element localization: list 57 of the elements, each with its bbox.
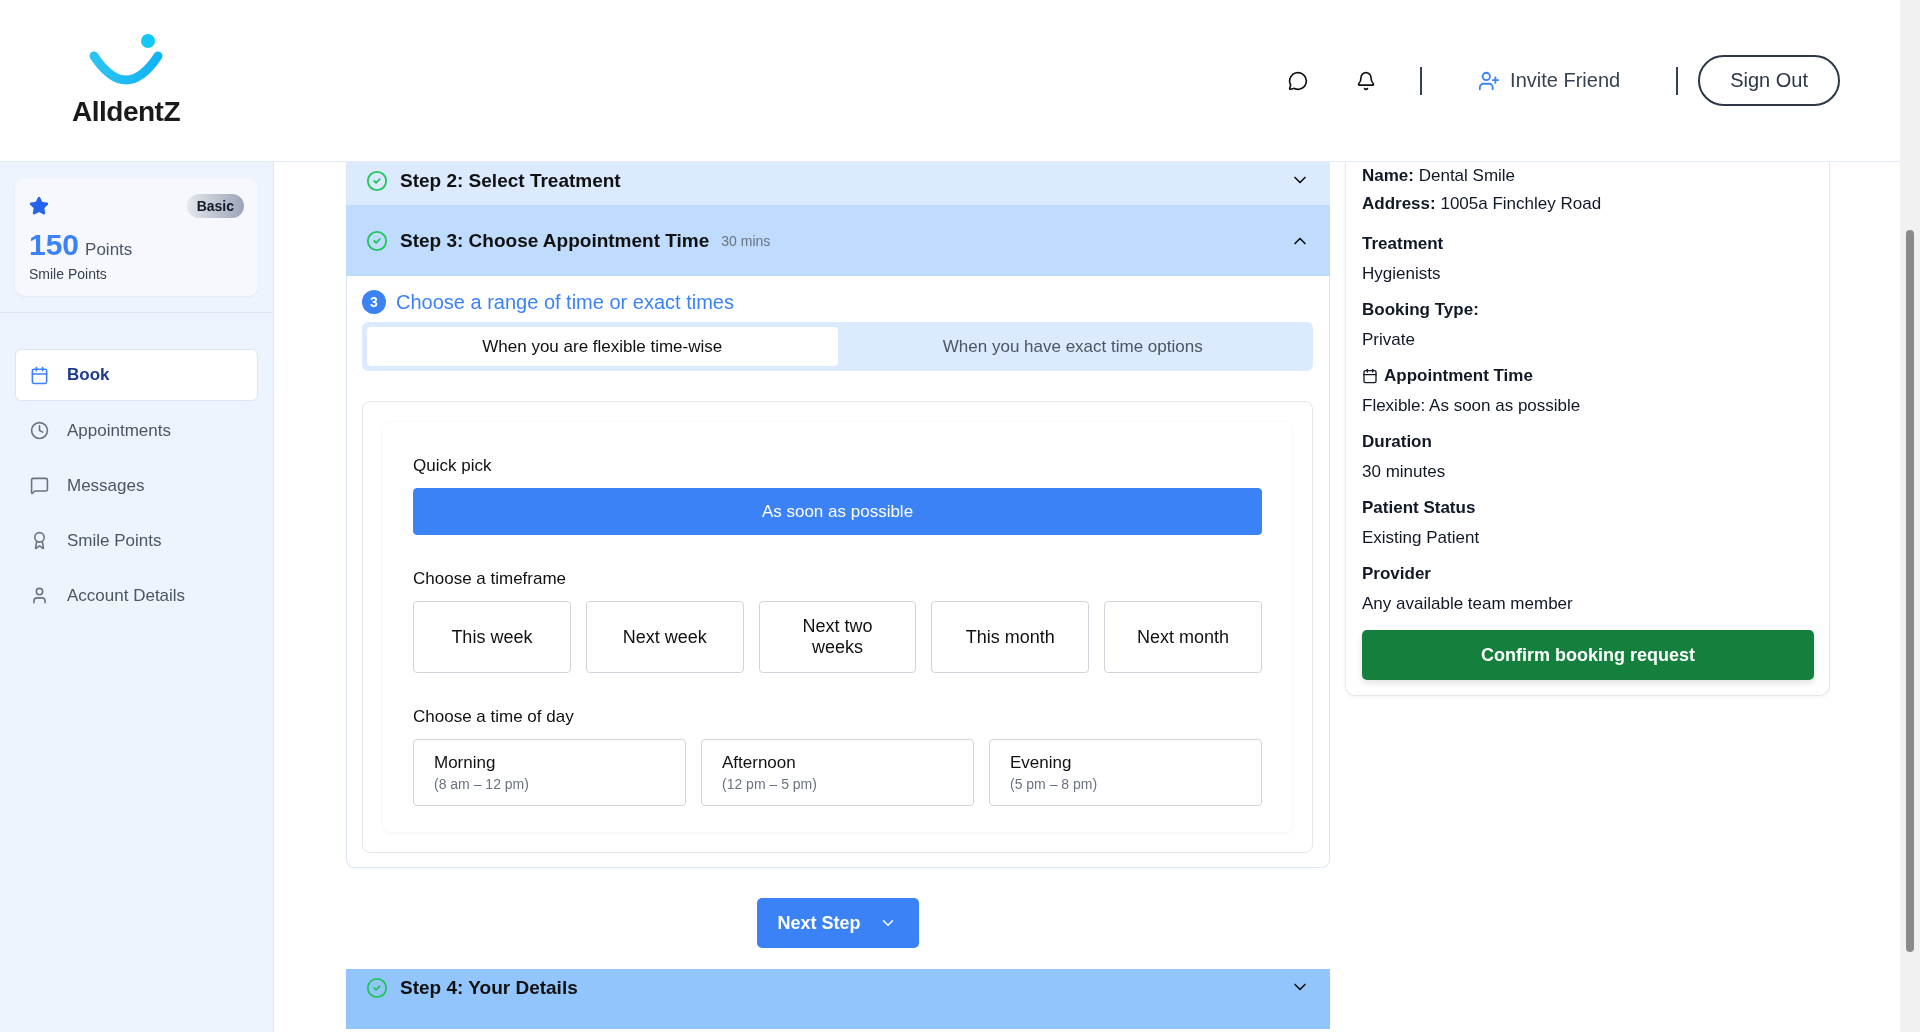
summary-label: Appointment Time [1384,366,1533,386]
tab[interactable]: When you are flexible time-wise [367,327,838,366]
section-label: Choose a time of day [413,707,575,727]
calendar-icon [30,365,49,385]
summary-label: Patient Status [1362,498,1476,518]
invite-friend-button[interactable]: Invite Friend [1442,63,1657,98]
section-label: Choose a timeframe [413,569,568,589]
step-header[interactable]: Step 2: Select Treatment [346,162,1330,205]
time-of-day-button[interactable]: Morning (8 am – 12 pm) [413,739,686,806]
tier-badge: Basic [186,194,244,218]
sign-out-button[interactable]: Sign Out [1698,55,1840,106]
summary-value: 30 minutes [1362,462,1447,482]
tab[interactable]: When you have exact time options [837,327,1308,366]
step-header[interactable]: Step 3: Choose Appointment Time 30 mins [346,205,1330,276]
sidebar-item[interactable]: Account Details [15,570,258,621]
summary-value: Any available team member [1362,594,1574,614]
timeframe-button[interactable]: This month [931,601,1090,673]
points-caption: Smile Points [29,266,108,282]
section-label: Quick pick [413,456,493,476]
summary-label: Provider [1362,564,1431,584]
calendar-icon [1362,368,1378,384]
summary-label: Duration [1362,432,1432,452]
brand-name: AlldentZ [72,95,180,128]
chat-icon [30,476,49,495]
clock-icon [30,421,49,440]
sidebar-item[interactable]: Appointments [15,405,258,456]
user-plus-icon [1478,69,1501,92]
sidebar-item[interactable]: Smile Points [15,515,258,566]
confirm-booking-button[interactable]: Confirm booking request [1362,630,1814,680]
time-of-day-button[interactable]: Afternoon (12 pm – 5 pm) [701,739,974,806]
sidebar-item[interactable]: Book [15,349,258,401]
summary-value: Flexible: As soon as possible [1362,396,1582,416]
time-of-day-button[interactable]: Evening (5 pm – 8 pm) [989,739,1262,806]
summary-line: Name: Dental Smile [1362,165,1517,187]
summary-value: Hygienists [1362,264,1442,284]
points-value: 150 [29,228,80,262]
timeframe-button[interactable]: Next month [1104,601,1262,673]
timeframe-button[interactable]: This week [413,601,571,673]
step-heading: Choose a range of time or exact times [396,290,734,314]
next-step-button[interactable]: Next Step [757,898,919,948]
star-icon [29,196,49,216]
quick-pick-button[interactable]: As soon as possible [413,488,1262,535]
summary-label: Booking Type: [1362,300,1479,320]
summary-value: Existing Patient [1362,528,1481,548]
step-duration: 30 mins [721,232,771,249]
sidebar-item[interactable]: Messages [15,460,258,511]
summary-value: Private [1362,330,1416,350]
step-header[interactable]: Step 4: Your Details [346,969,1330,1029]
summary-line: Address: 1005a Finchley Road [1362,193,1603,215]
timeframe-button[interactable]: Next two weeks [758,601,917,673]
points-unit: Points [85,240,133,260]
scrollbar[interactable] [1900,0,1920,1032]
logo[interactable]: AlldentZ [72,33,180,128]
summary-label: Treatment [1362,234,1444,254]
user-icon [30,586,49,605]
step-number: 3 [362,290,386,314]
timeframe-button[interactable]: Next week [585,601,744,673]
